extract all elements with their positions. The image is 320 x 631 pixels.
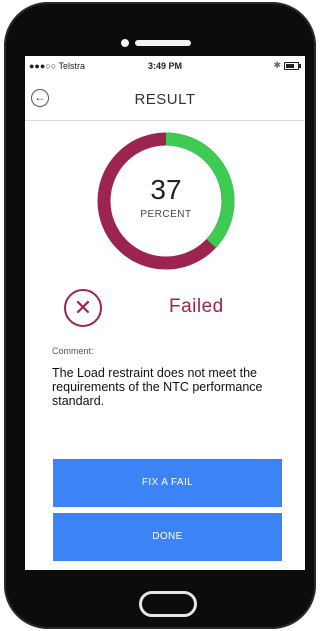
battery-icon bbox=[284, 62, 301, 70]
page-title: RESULT bbox=[134, 91, 196, 108]
camera-dot bbox=[121, 39, 129, 47]
app-screen: ●●●○○ Telstra 3:49 PM ✱ ← RESULT 37 PERC… bbox=[25, 56, 305, 570]
speaker-grille bbox=[135, 40, 191, 46]
result-status: Failed bbox=[169, 296, 224, 317]
bluetooth-icon: ✱ bbox=[273, 60, 281, 70]
done-button[interactable]: DONE bbox=[53, 513, 282, 561]
phone-frame: ●●●○○ Telstra 3:49 PM ✱ ← RESULT 37 PERC… bbox=[4, 2, 316, 629]
score-value: 37 bbox=[150, 174, 182, 205]
fix-a-fail-button[interactable]: FIX A FAIL bbox=[53, 459, 282, 507]
status-time: 3:49 PM bbox=[147, 61, 182, 71]
x-circle-icon: ✕ bbox=[64, 289, 102, 327]
comment-text: The Load restraint does not meet the req… bbox=[52, 366, 263, 408]
comment-label: Comment: bbox=[52, 346, 94, 356]
score-unit: PERCENT bbox=[140, 209, 192, 220]
status-bar: ●●●○○ Telstra 3:49 PM ✱ bbox=[25, 56, 305, 76]
nav-header: ← RESULT bbox=[25, 78, 305, 121]
home-button[interactable] bbox=[139, 591, 197, 617]
